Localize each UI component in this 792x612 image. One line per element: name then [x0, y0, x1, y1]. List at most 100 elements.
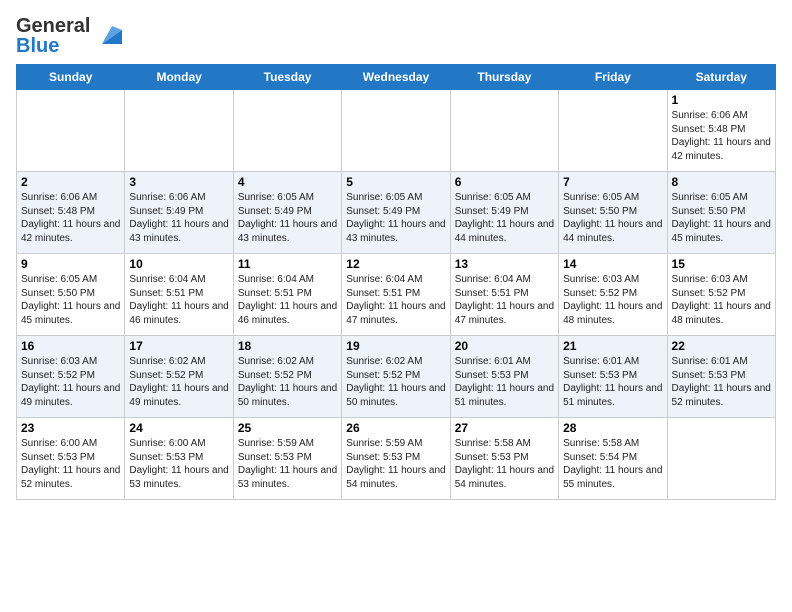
weekday-header-row: SundayMondayTuesdayWednesdayThursdayFrid… [17, 65, 776, 90]
day-info: Sunrise: 6:04 AM Sunset: 5:51 PM Dayligh… [346, 273, 445, 327]
calendar-day-cell: 13Sunrise: 6:04 AM Sunset: 5:51 PM Dayli… [450, 254, 558, 336]
day-info: Sunrise: 5:58 AM Sunset: 5:54 PM Dayligh… [563, 437, 662, 491]
calendar-week-row: 23 Sunrise: 6:00 AM Sunset: 5:53 PM Dayli… [17, 418, 776, 500]
weekday-header-monday: Monday [125, 65, 233, 90]
day-number: 7 [563, 175, 662, 189]
calendar-day-cell [450, 90, 558, 172]
day-info: Sunrise: 6:00 AM Sunset: 5:53 PM Dayligh… [21, 437, 120, 491]
calendar-day-cell: 16 Sunrise: 6:03 AM Sunset: 5:52 PM Dayli… [17, 336, 125, 418]
calendar-day-cell: 27Sunrise: 5:58 AM Sunset: 5:53 PM Dayli… [450, 418, 558, 500]
day-number: 19 [346, 339, 445, 353]
calendar-day-cell: 20 Sunrise: 6:01 AM Sunset: 5:53 PM Dayli… [450, 336, 558, 418]
weekday-header-sunday: Sunday [17, 65, 125, 90]
day-info: Sunrise: 5:59 AM Sunset: 5:53 PM Dayligh… [346, 437, 445, 491]
day-info: Sunrise: 6:02 AM Sunset: 5:52 PM Dayligh… [346, 355, 445, 409]
logo: General Blue [16, 16, 122, 56]
day-info: Sunrise: 6:06 AM Sunset: 5:49 PM Dayligh… [129, 191, 228, 245]
page-header: General Blue [16, 16, 776, 56]
calendar-day-cell: 25Sunrise: 5:59 AM Sunset: 5:53 PM Dayli… [233, 418, 341, 500]
day-info: Sunrise: 6:02 AM Sunset: 5:52 PM Dayligh… [129, 355, 228, 409]
calendar-day-cell: 28 Sunrise: 5:58 AM Sunset: 5:54 PM Dayli… [559, 418, 667, 500]
day-info: Sunrise: 6:05 AM Sunset: 5:49 PM Dayligh… [455, 191, 554, 245]
calendar-day-cell [559, 90, 667, 172]
day-info: Sunrise: 6:05 AM Sunset: 5:50 PM Dayligh… [672, 191, 771, 245]
day-info: Sunrise: 6:03 AM Sunset: 5:52 PM Dayligh… [672, 273, 771, 327]
day-number: 22 [672, 339, 771, 353]
calendar-day-cell: 7 Sunrise: 6:05 AM Sunset: 5:50 PM Daylig… [559, 172, 667, 254]
calendar-day-cell: 21 Sunrise: 6:01 AM Sunset: 5:53 PM Dayli… [559, 336, 667, 418]
day-number: 20 [455, 339, 554, 353]
day-number: 13 [455, 257, 554, 271]
day-number: 27 [455, 421, 554, 435]
day-number: 1 [672, 93, 771, 107]
day-number: 24 [129, 421, 228, 435]
calendar-day-cell: 22 Sunrise: 6:01 AM Sunset: 5:53 PM Dayli… [667, 336, 775, 418]
day-info: Sunrise: 6:01 AM Sunset: 5:53 PM Dayligh… [563, 355, 662, 409]
day-number: 6 [455, 175, 554, 189]
calendar-day-cell: 4 Sunrise: 6:05 AM Sunset: 5:49 PM Daylig… [233, 172, 341, 254]
day-info: Sunrise: 6:05 AM Sunset: 5:49 PM Dayligh… [238, 191, 337, 245]
day-number: 28 [563, 421, 662, 435]
calendar-day-cell: 9 Sunrise: 6:05 AM Sunset: 5:50 PM Daylig… [17, 254, 125, 336]
day-number: 5 [346, 175, 445, 189]
logo-blue: Blue [16, 36, 90, 56]
calendar-day-cell: 17 Sunrise: 6:02 AM Sunset: 5:52 PM Dayli… [125, 336, 233, 418]
day-info: Sunrise: 6:01 AM Sunset: 5:53 PM Dayligh… [672, 355, 771, 409]
calendar-day-cell: 19 Sunrise: 6:02 AM Sunset: 5:52 PM Dayli… [342, 336, 450, 418]
calendar-week-row: 1 Sunrise: 6:06 AM Sunset: 5:48 PM Daylig… [17, 90, 776, 172]
calendar-day-cell: 1 Sunrise: 6:06 AM Sunset: 5:48 PM Daylig… [667, 90, 775, 172]
day-number: 11 [238, 257, 337, 271]
calendar-week-row: 16 Sunrise: 6:03 AM Sunset: 5:52 PM Dayli… [17, 336, 776, 418]
weekday-header-friday: Friday [559, 65, 667, 90]
day-number: 17 [129, 339, 228, 353]
calendar-day-cell [125, 90, 233, 172]
day-info: Sunrise: 6:05 AM Sunset: 5:50 PM Dayligh… [21, 273, 120, 327]
calendar-day-cell: 26 Sunrise: 5:59 AM Sunset: 5:53 PM Dayli… [342, 418, 450, 500]
calendar-day-cell: 15 Sunrise: 6:03 AM Sunset: 5:52 PM Dayli… [667, 254, 775, 336]
weekday-header-wednesday: Wednesday [342, 65, 450, 90]
calendar-day-cell [17, 90, 125, 172]
day-info: Sunrise: 6:00 AM Sunset: 5:53 PM Dayligh… [129, 437, 228, 491]
day-info: Sunrise: 6:04 AM Sunset: 5:51 PM Dayligh… [238, 273, 337, 327]
calendar-week-row: 2 Sunrise: 6:06 AM Sunset: 5:48 PM Daylig… [17, 172, 776, 254]
day-info: Sunrise: 6:05 AM Sunset: 5:49 PM Dayligh… [346, 191, 445, 245]
weekday-header-thursday: Thursday [450, 65, 558, 90]
calendar-day-cell [233, 90, 341, 172]
day-number: 12 [346, 257, 445, 271]
calendar-day-cell: 18 Sunrise: 6:02 AM Sunset: 5:52 PM Dayli… [233, 336, 341, 418]
day-info: Sunrise: 5:59 AM Sunset: 5:53 PM Dayligh… [238, 437, 337, 491]
calendar-week-row: 9 Sunrise: 6:05 AM Sunset: 5:50 PM Daylig… [17, 254, 776, 336]
day-info: Sunrise: 6:03 AM Sunset: 5:52 PM Dayligh… [21, 355, 120, 409]
calendar-day-cell [342, 90, 450, 172]
day-info: Sunrise: 6:06 AM Sunset: 5:48 PM Dayligh… [21, 191, 120, 245]
day-number: 18 [238, 339, 337, 353]
day-number: 3 [129, 175, 228, 189]
day-number: 26 [346, 421, 445, 435]
day-info: Sunrise: 6:01 AM Sunset: 5:53 PM Dayligh… [455, 355, 554, 409]
day-number: 23 [21, 421, 120, 435]
calendar-day-cell: 10Sunrise: 6:04 AM Sunset: 5:51 PM Dayli… [125, 254, 233, 336]
day-number: 21 [563, 339, 662, 353]
calendar-day-cell: 2 Sunrise: 6:06 AM Sunset: 5:48 PM Daylig… [17, 172, 125, 254]
calendar-day-cell: 3 Sunrise: 6:06 AM Sunset: 5:49 PM Daylig… [125, 172, 233, 254]
logo-general: General [16, 16, 90, 36]
day-number: 4 [238, 175, 337, 189]
day-info: Sunrise: 6:05 AM Sunset: 5:50 PM Dayligh… [563, 191, 662, 245]
weekday-header-tuesday: Tuesday [233, 65, 341, 90]
day-info: Sunrise: 6:03 AM Sunset: 5:52 PM Dayligh… [563, 273, 662, 327]
calendar-table: SundayMondayTuesdayWednesdayThursdayFrid… [16, 64, 776, 500]
calendar-day-cell: 11 Sunrise: 6:04 AM Sunset: 5:51 PM Dayli… [233, 254, 341, 336]
calendar-day-cell [667, 418, 775, 500]
day-number: 10 [129, 257, 228, 271]
day-number: 14 [563, 257, 662, 271]
day-number: 9 [21, 257, 120, 271]
day-info: Sunrise: 6:02 AM Sunset: 5:52 PM Dayligh… [238, 355, 337, 409]
calendar-day-cell: 12 Sunrise: 6:04 AM Sunset: 5:51 PM Dayli… [342, 254, 450, 336]
day-number: 16 [21, 339, 120, 353]
calendar-day-cell: 14 Sunrise: 6:03 AM Sunset: 5:52 PM Dayli… [559, 254, 667, 336]
day-number: 2 [21, 175, 120, 189]
calendar-day-cell: 23 Sunrise: 6:00 AM Sunset: 5:53 PM Dayli… [17, 418, 125, 500]
day-info: Sunrise: 6:06 AM Sunset: 5:48 PM Dayligh… [672, 109, 771, 163]
day-number: 15 [672, 257, 771, 271]
calendar-day-cell: 8Sunrise: 6:05 AM Sunset: 5:50 PM Daylig… [667, 172, 775, 254]
